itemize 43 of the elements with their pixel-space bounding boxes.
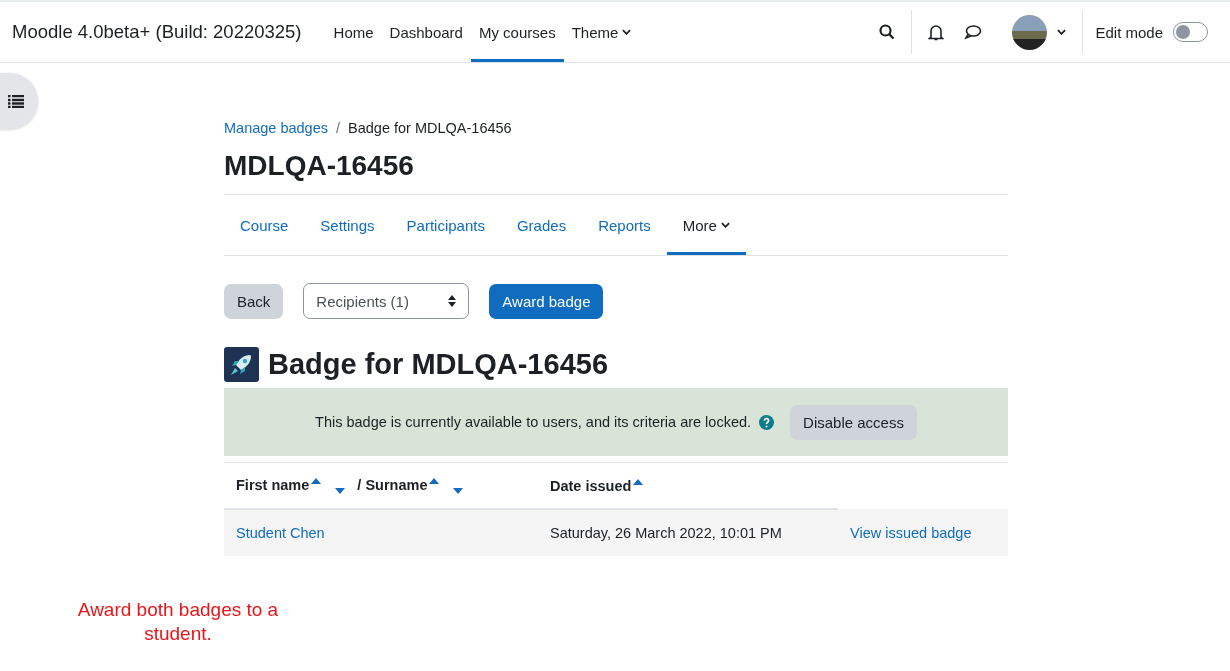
site-name[interactable]: Moodle 4.0beta+ (Build: 20220325) (12, 21, 302, 43)
column-header-label[interactable]: Date issued (550, 477, 632, 494)
course-index-toggle[interactable] (0, 73, 38, 129)
student-name-link[interactable]: Student Chen (236, 525, 325, 541)
page-title: MDLQA-16456 (224, 150, 415, 182)
chevron-down-icon (622, 29, 632, 35)
chevron-down-icon (720, 222, 730, 228)
avatar (1012, 14, 1048, 50)
collapse-caret-icon[interactable] (453, 488, 464, 494)
annotation-note: Award both badges to a student. (76, 598, 280, 646)
date-issued-cell: Saturday, 26 March 2022, 10:01 PM (538, 509, 838, 556)
secondary-nav-tab[interactable]: More (666, 195, 746, 255)
collapse-caret-icon[interactable] (335, 488, 346, 494)
column-header-label[interactable]: / Surname (357, 477, 428, 493)
badge-heading: Badge for MDLQA-16456 (268, 348, 608, 381)
edit-mode-label: Edit mode (1095, 23, 1163, 41)
sort-ascending-icon[interactable] (311, 478, 322, 484)
nav-link[interactable]: Theme (563, 2, 640, 62)
back-button[interactable]: Back (224, 283, 284, 319)
secondary-nav-tab[interactable]: Participants (390, 195, 501, 255)
list-icon (8, 94, 24, 108)
alert-message: This badge is currently available to users, and its criteria are locked. (315, 414, 752, 430)
sort-ascending-icon[interactable] (633, 478, 644, 485)
breadcrumb-current: Badge for MDLQA-16456 (348, 120, 512, 136)
secondary-nav-tab[interactable]: Reports (582, 195, 667, 255)
recipients-select[interactable]: Recipients (1) (303, 283, 470, 319)
breadcrumb-separator: / (336, 120, 341, 136)
disable-access-button[interactable]: Disable access (790, 404, 917, 440)
chevron-down-icon (1057, 29, 1067, 35)
column-header-label[interactable]: First name (236, 477, 310, 493)
sort-arrows-icon (448, 295, 457, 307)
sort-ascending-icon[interactable] (429, 478, 440, 484)
nav-link[interactable]: My courses (470, 2, 564, 62)
secondary-nav-tab[interactable]: Grades (500, 195, 583, 255)
nav-link[interactable]: Dashboard (381, 2, 471, 62)
rocket-badge-icon (224, 347, 259, 382)
nav-link[interactable]: Home (325, 2, 382, 62)
breadcrumb-link[interactable]: Manage badges (224, 120, 328, 136)
edit-mode-switch[interactable] (1173, 22, 1208, 42)
secondary-nav-tab[interactable]: Settings (304, 195, 391, 255)
secondary-nav-tab[interactable]: Course (224, 195, 305, 255)
award-badge-button[interactable]: Award badge (489, 283, 604, 319)
help-icon[interactable] (759, 414, 775, 430)
